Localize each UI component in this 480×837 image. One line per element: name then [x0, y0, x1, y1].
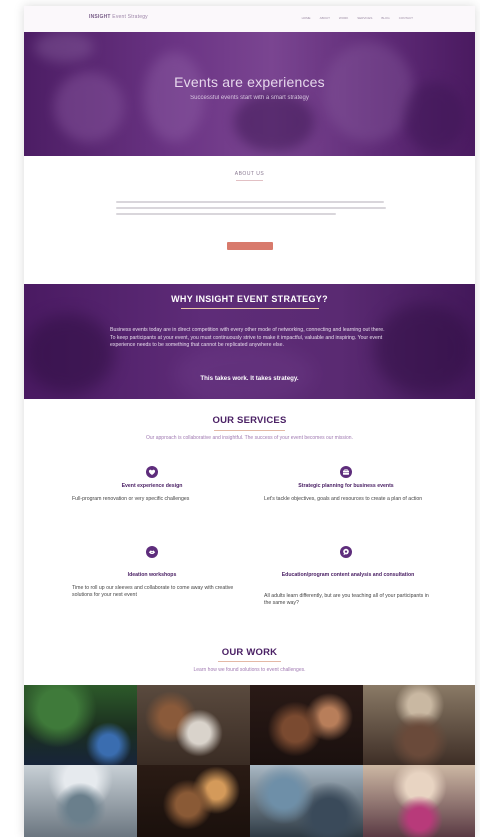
- why-body-text: Business events today are in direct comp…: [110, 327, 385, 348]
- services-title-underline: [214, 430, 285, 431]
- nav-link-home[interactable]: HOME: [302, 16, 311, 20]
- service-title-ideation-workshops[interactable]: Ideation workshops: [84, 572, 220, 579]
- service-title-education-content[interactable]: Education/program content analysis and c…: [278, 572, 418, 579]
- service-desc-strategic-planning: Let's tackle objectives, goals and resou…: [264, 496, 423, 502]
- services-title: OUR SERVICES: [212, 415, 287, 426]
- about-title: ABOUT US: [234, 171, 265, 177]
- work-title-underline: [218, 661, 281, 662]
- why-section: WHY INSIGHT EVENT STRATEGY? Business eve…: [24, 284, 475, 399]
- chat-icon: [340, 546, 352, 558]
- hero-title: Events are experiences: [174, 74, 325, 90]
- handshake-icon: [146, 546, 158, 558]
- why-title-underline: [181, 308, 319, 309]
- work-title: OUR WORK: [221, 647, 278, 658]
- website-page: INSIGHT Event Strategy HOME ABOUT WORK S…: [24, 6, 475, 837]
- about-title-underline: [236, 180, 263, 181]
- top-navigation: INSIGHT Event Strategy HOME ABOUT WORK S…: [24, 6, 475, 32]
- service-desc-event-experience: Full-program renovation or very specific…: [72, 496, 190, 502]
- service-title-event-experience[interactable]: Event experience design: [84, 483, 220, 490]
- read-more-button[interactable]: [227, 242, 273, 250]
- services-subtitle: Our approach is collaborative and insigh…: [146, 435, 353, 441]
- work-tile-4[interactable]: [363, 685, 475, 765]
- work-tile-3[interactable]: [250, 685, 363, 765]
- about-text-line: [116, 213, 336, 215]
- work-tile-7[interactable]: [250, 765, 363, 837]
- service-desc-ideation-workshops: Time to roll up our sleeves and collabor…: [72, 585, 234, 598]
- heart-icon: [146, 466, 158, 478]
- work-subtitle: Learn how we found solutions to event ch…: [193, 667, 306, 673]
- work-tile-1[interactable]: [24, 685, 137, 765]
- briefcase-icon: [340, 466, 352, 478]
- why-title: WHY INSIGHT EVENT STRATEGY?: [171, 294, 328, 304]
- nav-link-blog[interactable]: BLOG: [381, 16, 389, 20]
- about-section: ABOUT US: [24, 156, 475, 284]
- nav-link-about[interactable]: ABOUT: [320, 16, 330, 20]
- hero-subtitle: Successful events start with a smart str…: [190, 95, 309, 101]
- nav-link-contact[interactable]: CONTACT: [399, 16, 413, 20]
- nav-link-services[interactable]: SERVICES: [357, 16, 372, 20]
- work-tile-5[interactable]: [24, 765, 137, 837]
- service-title-strategic-planning[interactable]: Strategic planning for business events: [274, 483, 418, 490]
- why-tagline: This takes work. It takes strategy.: [200, 375, 299, 382]
- service-desc-education-content: All adults learn differently, but are yo…: [264, 593, 429, 606]
- about-text-line: [116, 201, 384, 203]
- work-tile-6[interactable]: [137, 765, 250, 837]
- nav-link-work[interactable]: WORK: [339, 16, 348, 20]
- work-tile-8[interactable]: [363, 765, 475, 837]
- work-tile-2[interactable]: [137, 685, 250, 765]
- site-logo[interactable]: INSIGHT Event Strategy: [89, 14, 148, 20]
- nav-links: HOME ABOUT WORK SERVICES BLOG CONTACT: [302, 16, 413, 20]
- hero-banner: Events are experiences Successful events…: [24, 32, 475, 156]
- about-text-line: [116, 207, 386, 209]
